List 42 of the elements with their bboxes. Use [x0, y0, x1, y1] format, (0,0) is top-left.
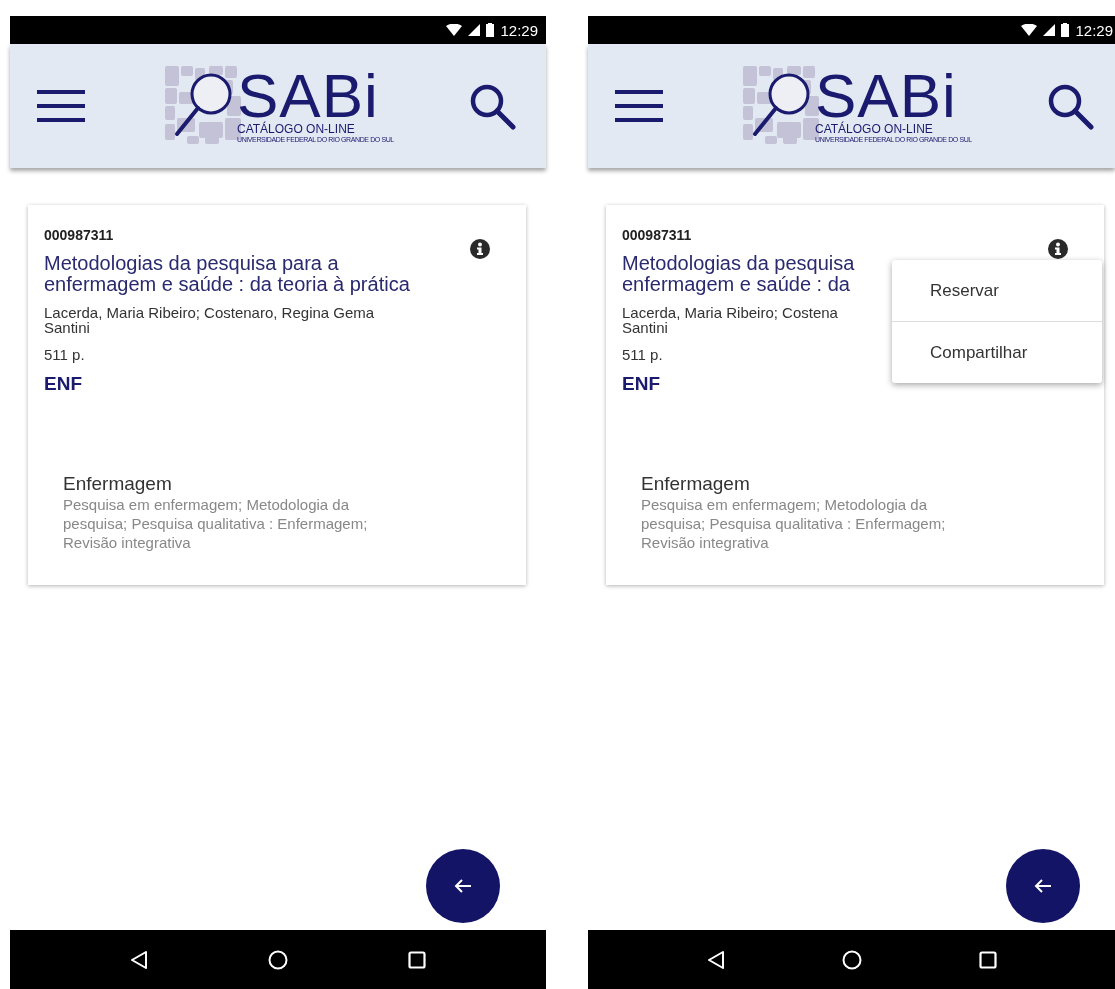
collection-code: ENF: [44, 373, 82, 395]
battery-icon: [486, 23, 495, 37]
home-icon[interactable]: [841, 949, 862, 970]
wifi-icon: [1021, 24, 1038, 36]
subject-list: Pesquisa em enfermagem; Metodologia da pesquisa; Pesquisa qualitativa : Enfermagem; Revisão integrativa: [641, 495, 981, 552]
recents-icon[interactable]: [978, 950, 997, 969]
logo-subtitle: CATÁLOGO ON-LINE: [237, 122, 356, 136]
back-icon[interactable]: [706, 949, 725, 970]
menu-item[interactable]: Reservar: [892, 260, 1102, 321]
menu-item[interactable]: Compartilhar: [892, 321, 1102, 383]
subject-heading: Enfermagem: [63, 473, 172, 495]
arrow-left-icon: [1034, 878, 1052, 894]
record-title[interactable]: enfermagem e saúde : da: [622, 274, 850, 295]
battery-icon: [1061, 23, 1070, 37]
record-authors: Lacerda, Maria Ribeiro; Costenaro, Regina Gema: [44, 305, 375, 320]
record-id: 000987311: [44, 227, 114, 245]
subject-heading: Enfermagem: [641, 473, 750, 495]
record-authors: Lacerda, Maria Ribeiro; Costena: [622, 305, 838, 320]
info-icon[interactable]: [470, 239, 490, 259]
logo-subtitle: CATÁLOGO ON-LINE: [815, 122, 934, 136]
back-icon[interactable]: [130, 949, 148, 970]
record-authors: Santini: [622, 320, 668, 335]
wifi-icon: [446, 24, 463, 36]
collection-code: ENF: [622, 373, 660, 395]
status-time: 12:29: [1075, 21, 1113, 39]
menu-icon[interactable]: [615, 90, 663, 122]
record-title[interactable]: Metodologias da pesquisa: [622, 253, 855, 274]
home-icon[interactable]: [268, 949, 288, 970]
record-pages: 511 p.: [44, 346, 85, 363]
record-pages: 511 p.: [622, 346, 663, 363]
subject-list: Pesquisa em enfermagem; Metodologia da pesquisa; Pesquisa qualitativa : Enfermagem; Revisão integrativa: [63, 495, 403, 552]
info-icon[interactable]: [1048, 239, 1068, 259]
signal-icon: [1043, 24, 1056, 36]
record-title[interactable]: enfermagem e saúde : da teoria à prática: [44, 274, 410, 295]
record-title[interactable]: Metodologias da pesquisa para a: [44, 253, 339, 274]
record-authors: Santini: [44, 320, 90, 335]
recents-icon[interactable]: [408, 950, 426, 969]
record-id: 000987311: [622, 227, 692, 245]
status-time: 12:29: [500, 21, 538, 39]
menu-icon[interactable]: [37, 90, 85, 122]
arrow-left-icon: [454, 878, 472, 894]
signal-icon: [468, 24, 481, 36]
